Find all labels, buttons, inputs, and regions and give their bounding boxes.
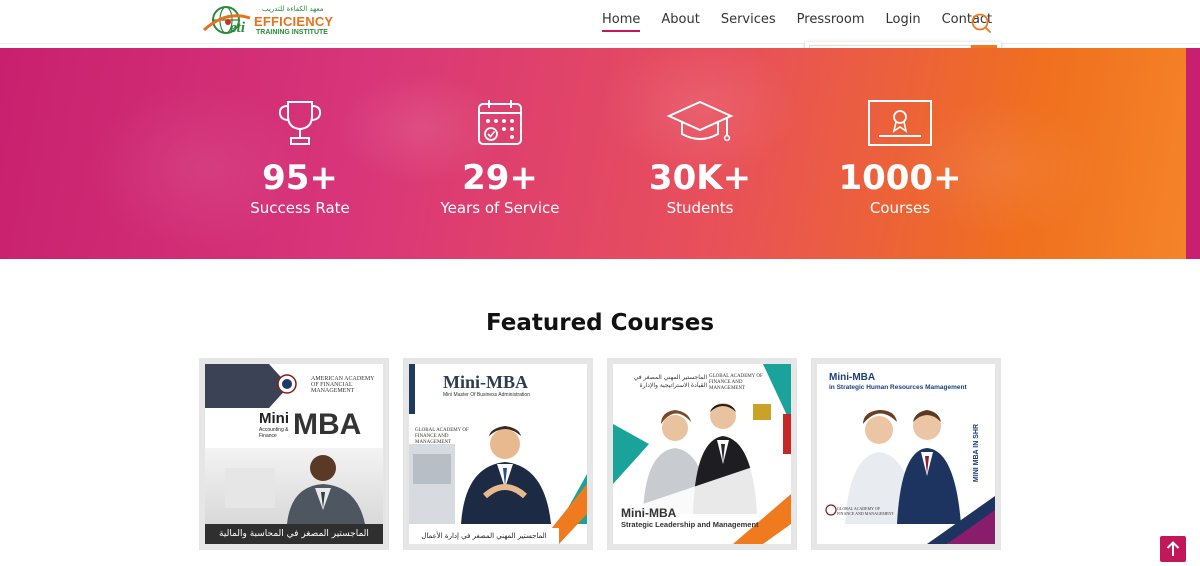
stat-label: Success Rate	[250, 199, 350, 217]
card-arabic-title: الماجستير المهني المصغر في إدارة الأعمال	[409, 528, 559, 544]
card-mini-label: Mini	[259, 410, 289, 427]
banner-edge	[1186, 48, 1200, 259]
stat-label: Years of Service	[440, 199, 560, 217]
card-title: Mini-MBA	[443, 372, 528, 392]
search-toggle-button[interactable]	[970, 12, 992, 34]
academy-logo-text: GLOBAL ACADEMY OF FINANCE AND MANAGEMENT	[837, 506, 894, 516]
card-subtitle: Strategic Leadership and Management	[621, 520, 759, 529]
course-card-image: AMERICAN ACADEMY OF FINANCIAL MANAGEMENT…	[205, 364, 383, 544]
academy-logo-text: GLOBAL ACADEMY OF FINANCE AND MANAGEMENT	[415, 428, 469, 445]
nav-about[interactable]: About	[661, 12, 699, 32]
course-card-image: Mini-MBA in Strategic Human Resources Ma…	[817, 364, 995, 544]
stat-label: Courses	[869, 199, 931, 217]
card-arabic-title: الماجستير المهني المصغر في القيادة الاست…	[633, 374, 707, 389]
logo-subtext: TRAINING INSTITUTE	[256, 29, 328, 36]
banner-background	[0, 48, 1200, 259]
card-banner	[205, 364, 289, 408]
academy-logo-text: AMERICAN ACADEMY OF FINANCIAL MANAGEMENT	[311, 376, 375, 394]
logo-text: EFFICIENCY	[254, 14, 334, 29]
logo-arabic-text: معهد الكفاءة للتدريب	[262, 5, 324, 13]
globe-logo-icon	[202, 6, 251, 34]
card-arabic-title: الماجستير المصغر في المحاسبة والمالية	[205, 524, 383, 544]
certificate-icon	[868, 100, 932, 146]
stat-label: Students	[666, 199, 734, 217]
main-nav: Home About Services Pressroom Login Cont…	[602, 12, 1013, 32]
calendar-icon	[478, 100, 522, 145]
nav-login[interactable]: Login	[886, 12, 921, 32]
card-photo	[205, 448, 383, 524]
trophy-icon	[278, 101, 322, 145]
search-icon	[971, 13, 991, 33]
stats-banner: 95+ Success Rate 29+ Years of Service 30…	[0, 48, 1200, 259]
stat-number: 30K+	[648, 158, 752, 198]
back-to-top-button[interactable]	[1160, 536, 1186, 562]
site-logo[interactable]: معهد الكفاءة للتدريب EFFICIENCY TRAINING…	[200, 2, 334, 42]
nav-home[interactable]: Home	[602, 12, 641, 32]
businessman-illustration	[225, 455, 365, 524]
academy-logo: AMERICAN ACADEMY OF FINANCIAL MANAGEMENT	[277, 374, 377, 396]
nav-pressroom[interactable]: Pressroom	[797, 12, 865, 32]
card-title: Mini-MBA	[829, 372, 876, 383]
graduation-cap-icon	[666, 100, 734, 142]
stat-number: 1000+	[838, 158, 962, 198]
course-card-accounting-finance[interactable]: AMERICAN ACADEMY OF FINANCIAL MANAGEMENT…	[199, 358, 389, 550]
course-card-business-administration[interactable]: Mini-MBA Mini Master Of Business Adminis…	[403, 358, 593, 550]
featured-courses-title: Featured Courses	[485, 310, 715, 336]
logo-mark: eti	[230, 20, 245, 36]
academy-seal-icon	[277, 374, 297, 394]
card-subtitle: in Strategic Human Resources Mamagement	[829, 384, 967, 391]
arrow-up-icon	[1166, 541, 1180, 556]
card-title: Mini-MBA	[621, 506, 677, 520]
site-header: معهد الكفاءة للتدريب EFFICIENCY TRAINING…	[0, 0, 1200, 44]
card-mba-label: MBA	[293, 408, 362, 441]
academy-logo-text: GLOBAL ACADEMY OF FINANCE AND MANAGEMENT	[709, 374, 763, 391]
card-subtitle: Mini Master Of Business Administration	[443, 392, 530, 398]
stat-number: 29+	[462, 158, 538, 198]
card-side-label: MINI MBA IN SHR	[973, 424, 980, 483]
card-subtitle: Accounting & Finance	[259, 427, 289, 439]
nav-services[interactable]: Services	[721, 12, 776, 32]
course-card-strategic-leadership[interactable]: الماجستير المهني المصغر في القيادة الاست…	[607, 358, 797, 550]
stat-number: 95+	[262, 158, 338, 198]
course-card-image: الماجستير المهني المصغر في القيادة الاست…	[613, 364, 791, 544]
course-card-image: Mini-MBA Mini Master Of Business Adminis…	[409, 364, 587, 544]
course-card-human-resources[interactable]: Mini-MBA in Strategic Human Resources Ma…	[811, 358, 1001, 550]
